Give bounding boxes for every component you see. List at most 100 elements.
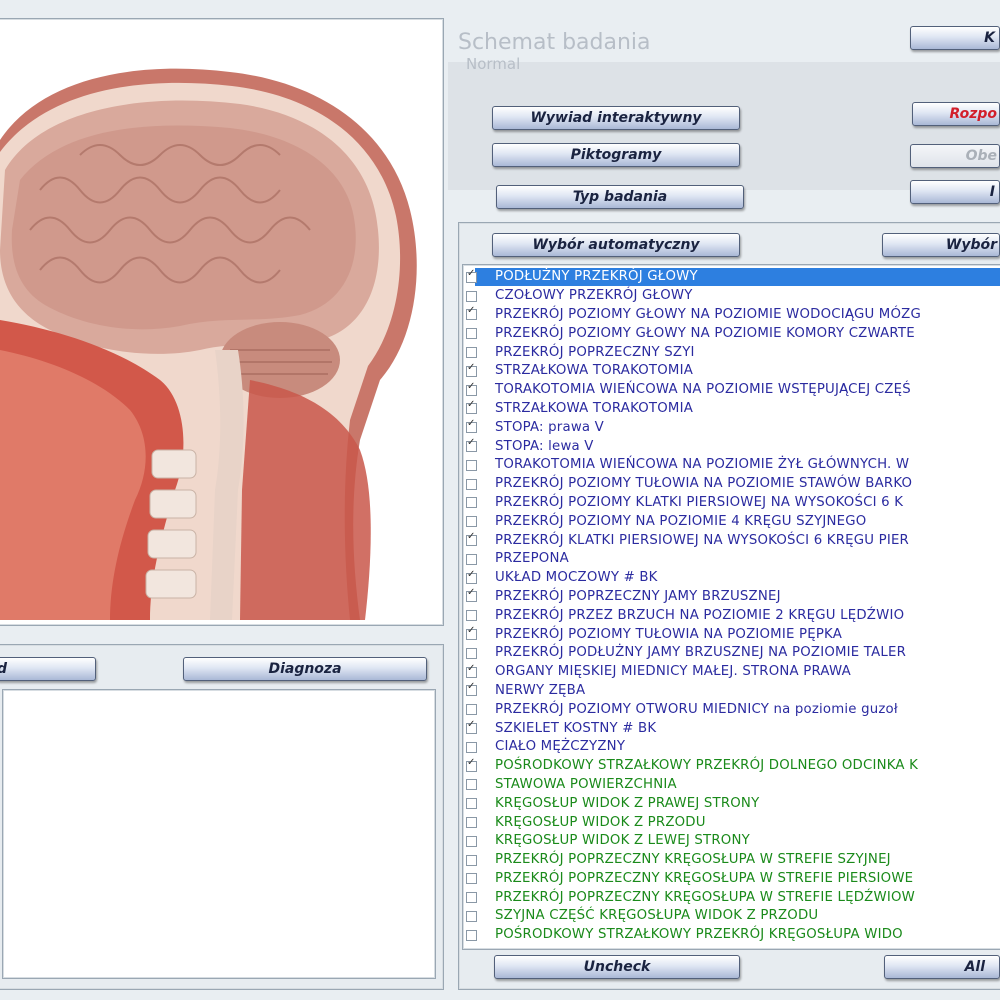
list-item-checkbox[interactable] (466, 610, 477, 622)
list-item-checkbox[interactable] (466, 437, 477, 453)
list-item-checkbox[interactable] (466, 347, 477, 359)
list-item-checkbox[interactable] (466, 569, 477, 584)
list-item[interactable]: KRĘGOSŁUP WIDOK Z PRAWEJ STRONY (466, 794, 1000, 813)
list-item-checkbox[interactable] (466, 854, 477, 866)
list-item[interactable]: KRĘGOSŁUP WIDOK Z LEWEJ STRONY (466, 832, 1000, 851)
list-item[interactable]: PRZEKRÓJ KLATKI PIERSIOWEJ NA WYSOKOŚCI … (466, 531, 1000, 550)
list-item-checkbox[interactable] (466, 817, 477, 828)
list-item-checkbox[interactable] (466, 910, 477, 922)
list-item[interactable]: STRZAŁKOWA TORAKOTOMIA (466, 362, 1000, 381)
piktogramy-button[interactable]: Piktogramy (492, 143, 740, 167)
list-item[interactable]: PRZEKRÓJ POZIOMY GŁOWY NA POZIOMIE WODOC… (466, 305, 1000, 325)
wywiad-interaktywny-button[interactable]: Wywiad interaktywny (492, 106, 740, 130)
list-item[interactable]: ORGANY MIĘSKIEJ MIEDNICY MAŁEJ. STRONA P… (466, 663, 1000, 682)
list-item-checkbox[interactable] (466, 835, 477, 847)
r-button[interactable]: I (910, 180, 1000, 204)
list-item[interactable]: PRZEKRÓJ POZIOMY TUŁOWIA NA POZIOMIE STA… (466, 475, 1000, 494)
uncheck-button[interactable]: Uncheck (494, 955, 740, 979)
list-item[interactable]: PRZEKRÓJ PODŁUŻNY JAMY BRZUSZNEJ NA POZI… (466, 644, 1000, 663)
list-item[interactable]: STOPA: lewa V (466, 437, 1000, 456)
list-item-checkbox[interactable] (466, 459, 477, 471)
list-item-checkbox[interactable] (466, 418, 477, 434)
list-item[interactable]: PRZEKRÓJ POZIOMY GŁOWY NA POZIOMIE KOMOR… (466, 324, 1000, 343)
list-item-checkbox[interactable] (466, 757, 477, 772)
list-item-label: STOPA: prawa V (495, 419, 604, 435)
list-item-checkbox[interactable] (466, 647, 477, 659)
list-item-checkbox[interactable] (466, 929, 477, 941)
list-item-label: UKŁAD MOCZOWY # BK (495, 570, 658, 586)
list-item[interactable]: TORAKOTOMIA WIEŃCOWA NA POZIOMIE WSTĘPUJ… (466, 381, 1000, 400)
list-item[interactable]: STOPA: prawa V (466, 418, 1000, 437)
list-item-checkbox[interactable] (466, 625, 477, 641)
list-item-checkbox[interactable] (466, 663, 477, 678)
list-item[interactable]: PRZEKRÓJ POPRZECZNY KRĘGOSŁUPA W STREFIE… (466, 870, 1000, 889)
list-item-checkbox[interactable] (466, 362, 477, 377)
list-item[interactable]: NERWY ZĘBA (466, 681, 1000, 701)
list-item[interactable]: PRZEKRÓJ PRZEZ BRZUCH NA POZIOMIE 2 KRĘG… (466, 606, 1000, 625)
list-item[interactable]: PRZEPONA (466, 550, 1000, 569)
all-button[interactable]: All (884, 955, 1000, 979)
typ-badania-button[interactable]: Typ badania (496, 185, 744, 209)
list-item-checkbox[interactable] (466, 681, 477, 697)
list-item-label: PRZEKRÓJ POZIOMY TUŁOWIA NA POZIOMIE PĘP… (495, 626, 843, 642)
list-item-checkbox[interactable] (466, 478, 477, 490)
list-item[interactable]: PRZEKRÓJ POPRZECZNY SZYI (466, 343, 1000, 362)
list-item-checkbox[interactable] (466, 704, 477, 716)
list-item[interactable]: PRZEKRÓJ POPRZECZNY JAMY BRZUSZNEJ (466, 587, 1000, 607)
list-item[interactable]: TORAKOTOMIA WIEŃCOWA NA POZIOMIE ŻYŁ GŁÓ… (466, 456, 1000, 475)
list-item-label: NERWY ZĘBA (495, 682, 586, 698)
list-item[interactable]: PRZEKRÓJ POPRZECZNY KRĘGOSŁUPA W STREFIE… (466, 851, 1000, 870)
list-item[interactable]: POŚRODKOWY STRZAŁKOWY PRZEKRÓJ DOLNEGO O… (466, 757, 1000, 776)
list-item-checkbox[interactable] (466, 305, 477, 321)
list-item[interactable]: STAWOWA POWIERZCHNIA (466, 776, 1000, 795)
list-item[interactable]: PRZEKRÓJ POZIOMY NA POZIOMIE 4 KRĘGU SZY… (466, 512, 1000, 531)
diagnoza-button[interactable]: Diagnoza (183, 657, 427, 681)
rozpoznanie-button[interactable]: Rozpo (912, 102, 1000, 126)
list-item[interactable]: PRZEKRÓJ POZIOMY KLATKI PIERSIOWEJ NA WY… (466, 494, 1000, 513)
list-item[interactable]: POŚRODKOWY STRZAŁKOWY PRZEKRÓJ KRĘGOSŁUP… (466, 926, 1000, 945)
list-item-checkbox[interactable] (466, 873, 477, 885)
list-item[interactable]: UKŁAD MOCZOWY # BK (466, 569, 1000, 588)
list-item-label: TORAKOTOMIA WIEŃCOWA NA POZIOMIE WSTĘPUJ… (495, 382, 911, 398)
k-button[interactable]: K (910, 26, 1000, 50)
list-item[interactable]: SZYJNA CZĘŚĆ KRĘGOSŁUPA WIDOK Z PRZODU (466, 907, 1000, 926)
list-item-checkbox[interactable] (466, 497, 477, 509)
list-item[interactable]: CIAŁO MĘŻCZYZNY (466, 738, 1000, 757)
list-item[interactable]: SZKIELET KOSTNY # BK (466, 719, 1000, 738)
list-item-checkbox[interactable] (466, 516, 477, 528)
list-item[interactable]: PRZEKRÓJ POZIOMY TUŁOWIA NA POZIOMIE PĘP… (466, 625, 1000, 644)
list-item-checkbox[interactable] (466, 399, 477, 415)
list-item-label: PRZEKRÓJ PRZEZ BRZUCH NA POZIOMIE 2 KRĘG… (495, 607, 905, 623)
list-item[interactable]: PRZEKRÓJ POPRZECZNY KRĘGOSŁUPA W STREFIE… (466, 888, 1000, 907)
list-item-label: PRZEKRÓJ POPRZECZNY KRĘGOSŁUPA W STREFIE… (495, 852, 891, 868)
list-item-checkbox[interactable] (466, 268, 477, 283)
list-item-checkbox[interactable] (466, 719, 477, 735)
schemat-subtitle: Normal (466, 55, 521, 73)
list-item-checkbox[interactable] (466, 798, 477, 810)
left-bottom-button[interactable]: d (0, 657, 96, 681)
list-item-checkbox[interactable] (466, 587, 477, 603)
list-item[interactable]: PODŁUŻNY PRZEKRÓJ GŁOWY (466, 268, 1000, 287)
list-item-checkbox[interactable] (466, 531, 477, 547)
diagnosis-text-area[interactable] (2, 689, 436, 979)
list-item-checkbox[interactable] (466, 741, 477, 753)
list-item[interactable]: CZOŁOWY PRZEKRÓJ GŁOWY (466, 287, 1000, 306)
list-item-label: STRZAŁKOWA TORAKOTOMIA (495, 400, 694, 416)
wybor-automatyczny-button[interactable]: Wybór automatyczny (492, 233, 740, 257)
list-item-checkbox[interactable] (466, 290, 477, 302)
list-item-label: KRĘGOSŁUP WIDOK Z PRZODU (495, 814, 706, 830)
list-item-checkbox[interactable] (466, 381, 477, 396)
list-item-label: STOPA: lewa V (495, 438, 594, 454)
list-item-label: POŚRODKOWY STRZAŁKOWY PRZEKRÓJ DOLNEGO O… (495, 758, 919, 774)
wybor-manual-button[interactable]: Wybór (882, 233, 1000, 257)
list-item-checkbox[interactable] (466, 328, 477, 340)
list-item-checkbox[interactable] (466, 779, 477, 791)
list-item-label: PRZEKRÓJ POPRZECZNY JAMY BRZUSZNEJ (495, 588, 781, 604)
list-item-checkbox[interactable] (466, 892, 477, 904)
list-item[interactable]: PRZEKRÓJ POZIOMY OTWORU MIEDNICY na pozi… (466, 700, 1000, 719)
list-item-checkbox[interactable] (466, 553, 477, 565)
obe-button[interactable]: Obe (910, 144, 1000, 168)
list-item[interactable]: STRZAŁKOWA TORAKOTOMIA (466, 399, 1000, 419)
list-item[interactable]: KRĘGOSŁUP WIDOK Z PRZODU (466, 813, 1000, 832)
list-item-label: PRZEKRÓJ POZIOMY OTWORU MIEDNICY na pozi… (495, 701, 898, 717)
